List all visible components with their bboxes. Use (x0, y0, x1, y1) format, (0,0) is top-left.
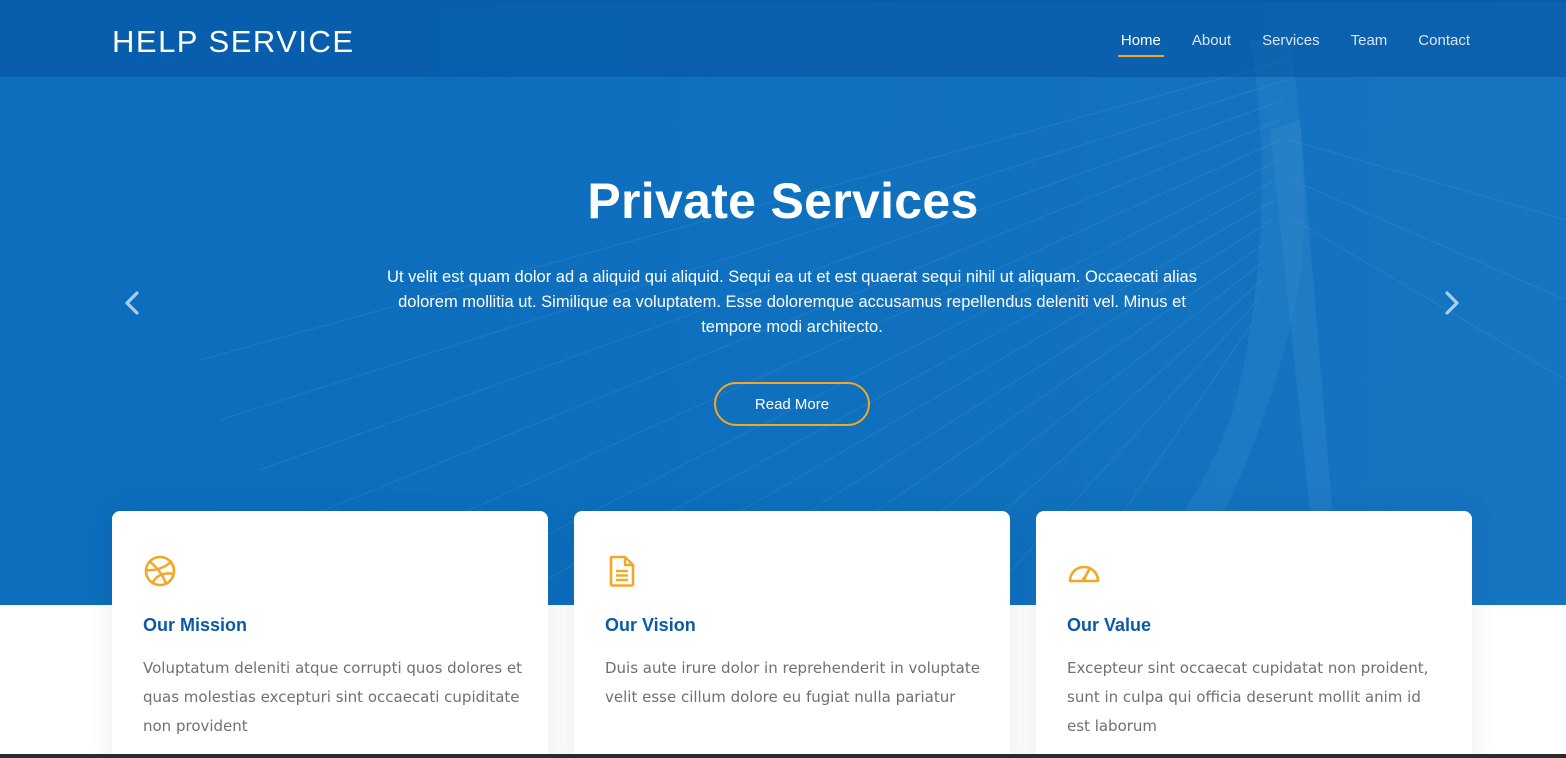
speedometer-icon (1068, 565, 1100, 583)
dribbble-icon (144, 555, 176, 587)
card-text: Excepteur sint occaecat cupidatat non pr… (1067, 659, 1429, 735)
read-more-button[interactable]: Read More (714, 382, 870, 426)
chevron-left-icon (125, 291, 139, 315)
card-text: Duis aute irure dolor in reprehenderit i… (605, 659, 980, 706)
value-card: Our Value Excepteur sint occaecat cupida… (1036, 511, 1472, 758)
card-title: Our Vision (605, 615, 696, 635)
nav-team[interactable]: Team (1351, 32, 1388, 55)
file-text-icon (609, 555, 635, 587)
nav-about[interactable]: About (1192, 32, 1231, 55)
top-navbar: HELP SERVICE Home About Services Team Co… (0, 0, 1566, 77)
vision-card: Our Vision Duis aute irure dolor in repr… (574, 511, 1010, 758)
hero-description: Ut velit est quam dolor ad a aliquid qui… (387, 268, 1197, 336)
taskbar-edge (0, 754, 1566, 758)
nav-home[interactable]: Home (1117, 32, 1164, 57)
brand-logo[interactable]: HELP SERVICE (112, 24, 355, 60)
card-text: Voluptatum deleniti atque corrupti quos … (143, 659, 522, 735)
chevron-right-icon (1445, 291, 1459, 315)
card-title: Our Mission (143, 615, 248, 635)
main-nav: Home About Services Team Contact (1090, 32, 1470, 57)
mission-card: Our Mission Voluptatum deleniti atque co… (112, 511, 548, 758)
hero-title: Private Services (587, 173, 979, 229)
nav-contact[interactable]: Contact (1418, 32, 1470, 55)
nav-services[interactable]: Services (1262, 32, 1320, 55)
carousel-prev-button[interactable] (117, 288, 147, 318)
carousel-next-button[interactable] (1437, 288, 1467, 318)
card-title: Our Value (1067, 615, 1152, 635)
